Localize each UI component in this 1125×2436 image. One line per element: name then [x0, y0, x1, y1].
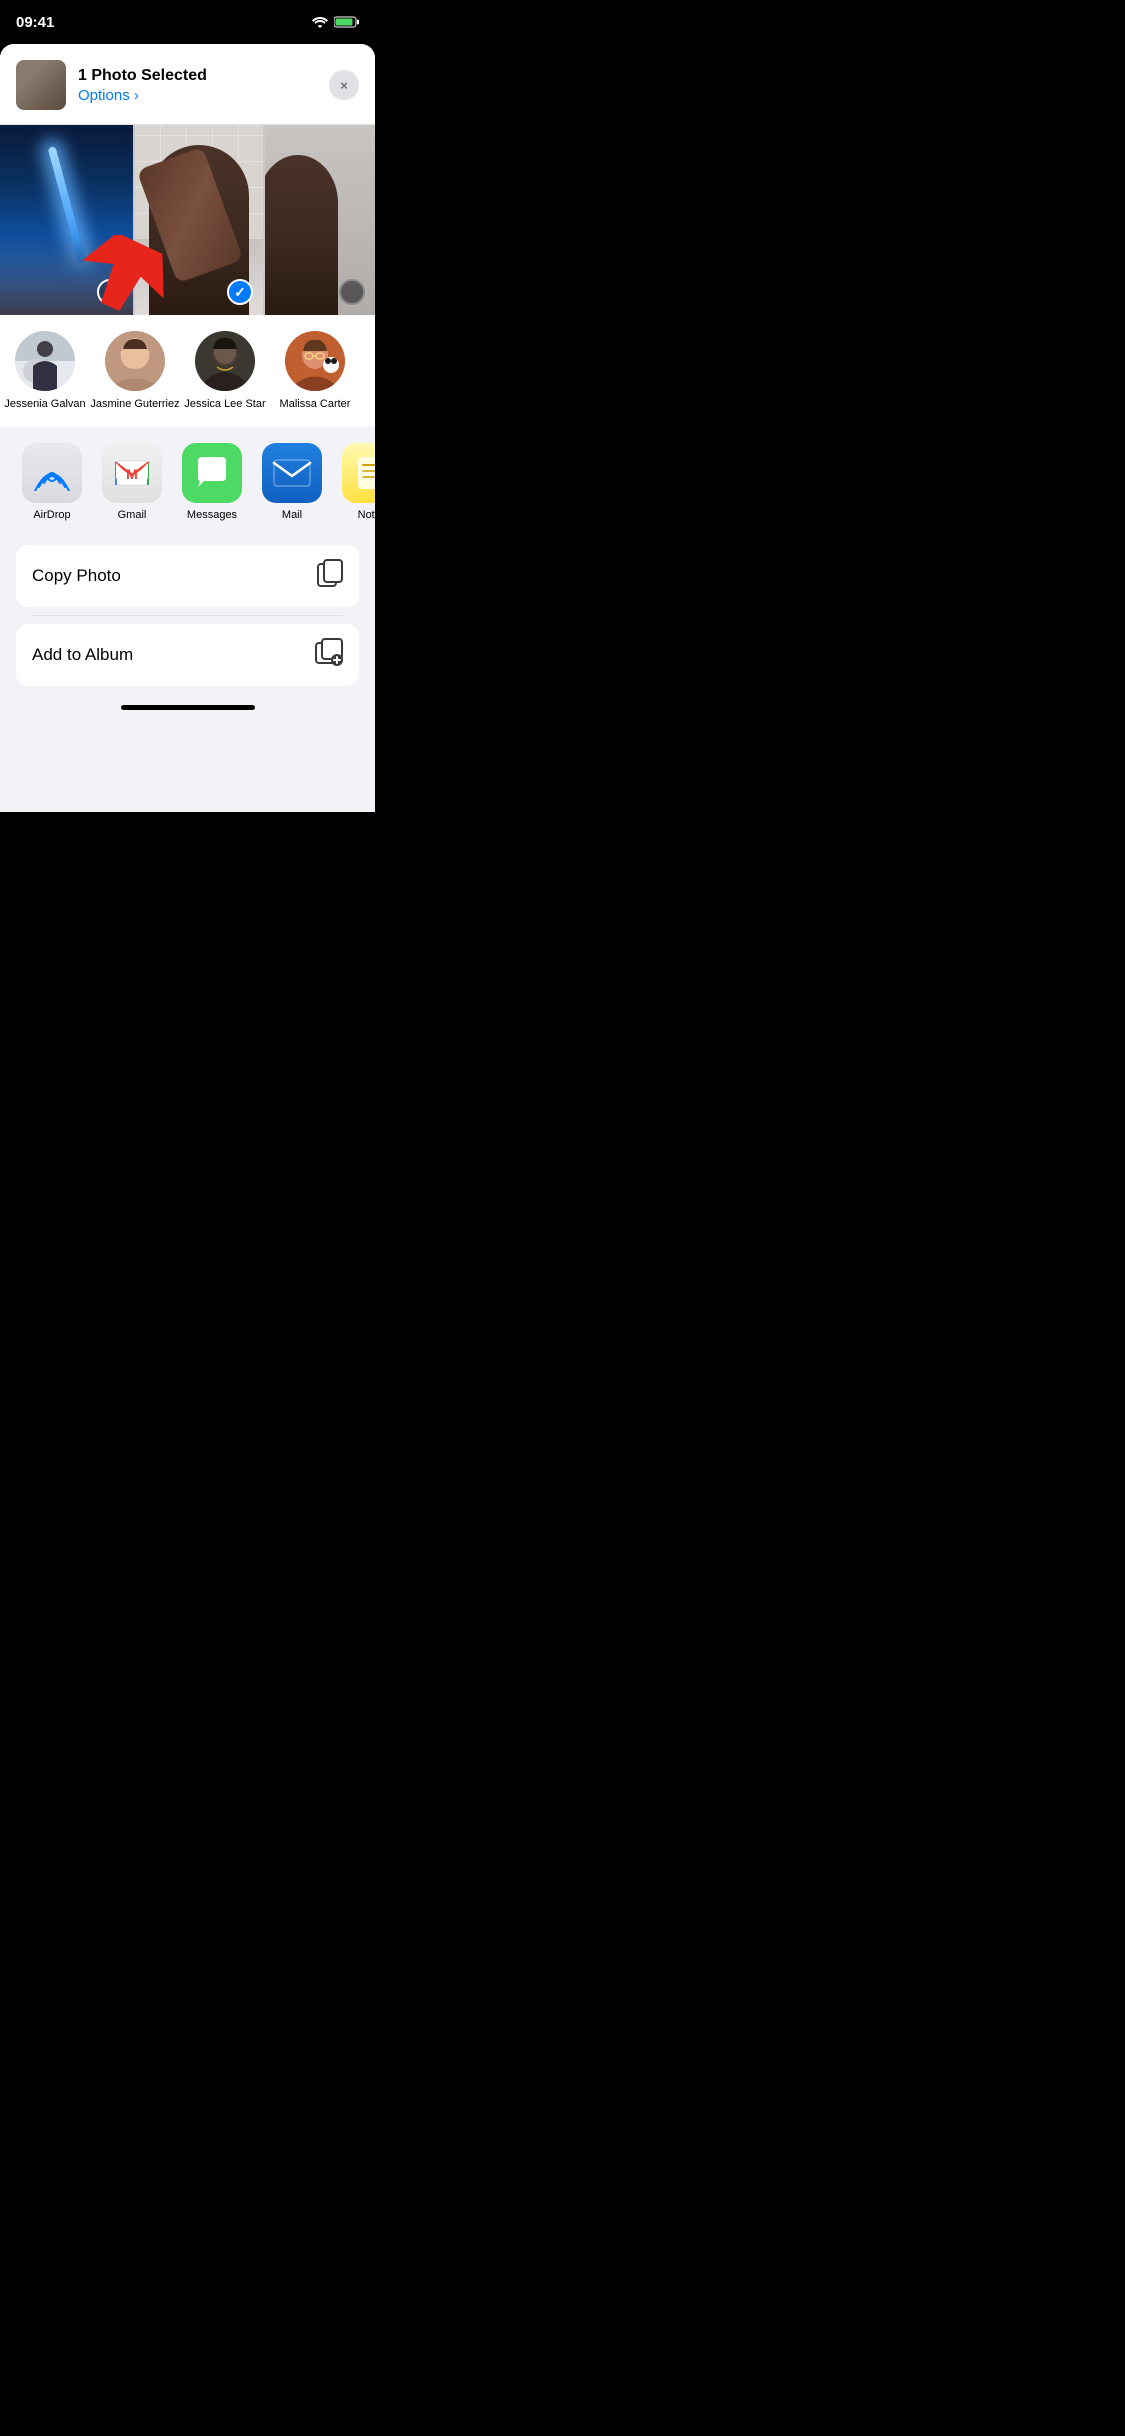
- photos-strip: ✓: [0, 125, 375, 315]
- avatar-jasmine: [105, 331, 165, 391]
- avatar-malissa: [285, 331, 345, 391]
- contact-jessenia[interactable]: Jessenia Galvan: [0, 331, 90, 411]
- messages-app-icon: [182, 443, 242, 503]
- select-circle-right[interactable]: [339, 279, 365, 305]
- album-icon: [315, 638, 343, 672]
- photo-item-right[interactable]: [265, 125, 375, 315]
- copy-icon-svg: [317, 559, 343, 587]
- battery-icon: [334, 16, 359, 28]
- contact-name-jasmine: Jasmine Guterriez: [90, 397, 179, 411]
- album-icon-svg: [315, 638, 343, 666]
- app-mail[interactable]: Mail: [252, 443, 332, 521]
- add-to-album-button[interactable]: Add to Album: [16, 624, 359, 686]
- photos-wrapper: ✓: [0, 125, 375, 315]
- app-messages[interactable]: Messages: [172, 443, 252, 521]
- svg-text:M: M: [126, 466, 138, 482]
- status-bar: 09:41: [0, 0, 375, 44]
- notes-app-icon: [342, 443, 375, 503]
- close-icon: ×: [340, 78, 348, 93]
- copy-photo-label: Copy Photo: [32, 566, 121, 586]
- status-time: 09:41: [16, 14, 54, 31]
- mail-app-icon: [262, 443, 322, 503]
- airdrop-app-label: AirDrop: [33, 509, 70, 521]
- close-button[interactable]: ×: [329, 70, 359, 100]
- home-bar: [121, 705, 255, 710]
- copy-icon: [317, 559, 343, 593]
- contact-name-jessica: Jessica Lee Star: [184, 397, 265, 411]
- app-notes[interactable]: Notes: [332, 443, 375, 521]
- contact-partial[interactable]: Je...: [360, 331, 375, 411]
- action-buttons: Copy Photo Add to Album: [0, 537, 375, 694]
- messages-icon-svg: [194, 455, 230, 491]
- contact-jessica[interactable]: Jessica Lee Star: [180, 331, 270, 411]
- share-sheet: 1 Photo Selected Options › ×: [0, 44, 375, 812]
- malissa-avatar-img: [285, 331, 345, 391]
- airdrop-app-icon: [22, 443, 82, 503]
- contact-name-malissa: Malissa Carter: [280, 397, 351, 411]
- selected-count: 1 Photo Selected: [78, 67, 317, 85]
- jasmine-avatar-img: [105, 331, 165, 391]
- gmail-icon-svg: M: [114, 459, 150, 487]
- app-icons-row: AirDrop M Gmail: [0, 427, 375, 537]
- app-gmail[interactable]: M Gmail: [92, 443, 172, 521]
- gmail-app-label: Gmail: [118, 509, 147, 521]
- avatar-jessenia: [15, 331, 75, 391]
- contact-jasmine[interactable]: Jasmine Guterriez: [90, 331, 180, 411]
- contact-malissa[interactable]: Malissa Carter: [270, 331, 360, 411]
- man-body-right: [265, 155, 338, 315]
- status-icons: [312, 16, 359, 28]
- wifi-icon: [312, 16, 328, 28]
- header-info: 1 Photo Selected Options ›: [78, 67, 317, 104]
- thumbnail-image: [16, 60, 66, 110]
- red-arrow-icon: [80, 235, 170, 315]
- jessica-avatar-img: [195, 331, 255, 391]
- jessenia-avatar-img: [15, 331, 75, 391]
- airdrop-icon-svg: [34, 455, 70, 491]
- options-button[interactable]: Options ›: [78, 87, 317, 104]
- notes-app-label: Notes: [358, 509, 375, 521]
- add-to-album-label: Add to Album: [32, 645, 133, 665]
- header-thumbnail: [16, 60, 66, 110]
- contact-name-jessenia: Jessenia Galvan: [4, 397, 85, 411]
- app-airdrop[interactable]: AirDrop: [12, 443, 92, 521]
- home-indicator: [0, 694, 375, 728]
- gmail-app-icon: M: [102, 443, 162, 503]
- avatar-jessica: [195, 331, 255, 391]
- contacts-row: Jessenia Galvan: [0, 315, 375, 427]
- notes-icon-svg: [354, 455, 375, 491]
- action-divider: [32, 615, 343, 616]
- mail-app-label: Mail: [282, 509, 302, 521]
- checkmark-icon: ✓: [234, 284, 246, 301]
- select-circle-center[interactable]: ✓: [227, 279, 253, 305]
- arrow-container: [80, 235, 170, 320]
- copy-photo-button[interactable]: Copy Photo: [16, 545, 359, 607]
- share-header: 1 Photo Selected Options › ×: [0, 44, 375, 125]
- messages-app-label: Messages: [187, 509, 237, 521]
- mail-icon-svg: [272, 458, 312, 488]
